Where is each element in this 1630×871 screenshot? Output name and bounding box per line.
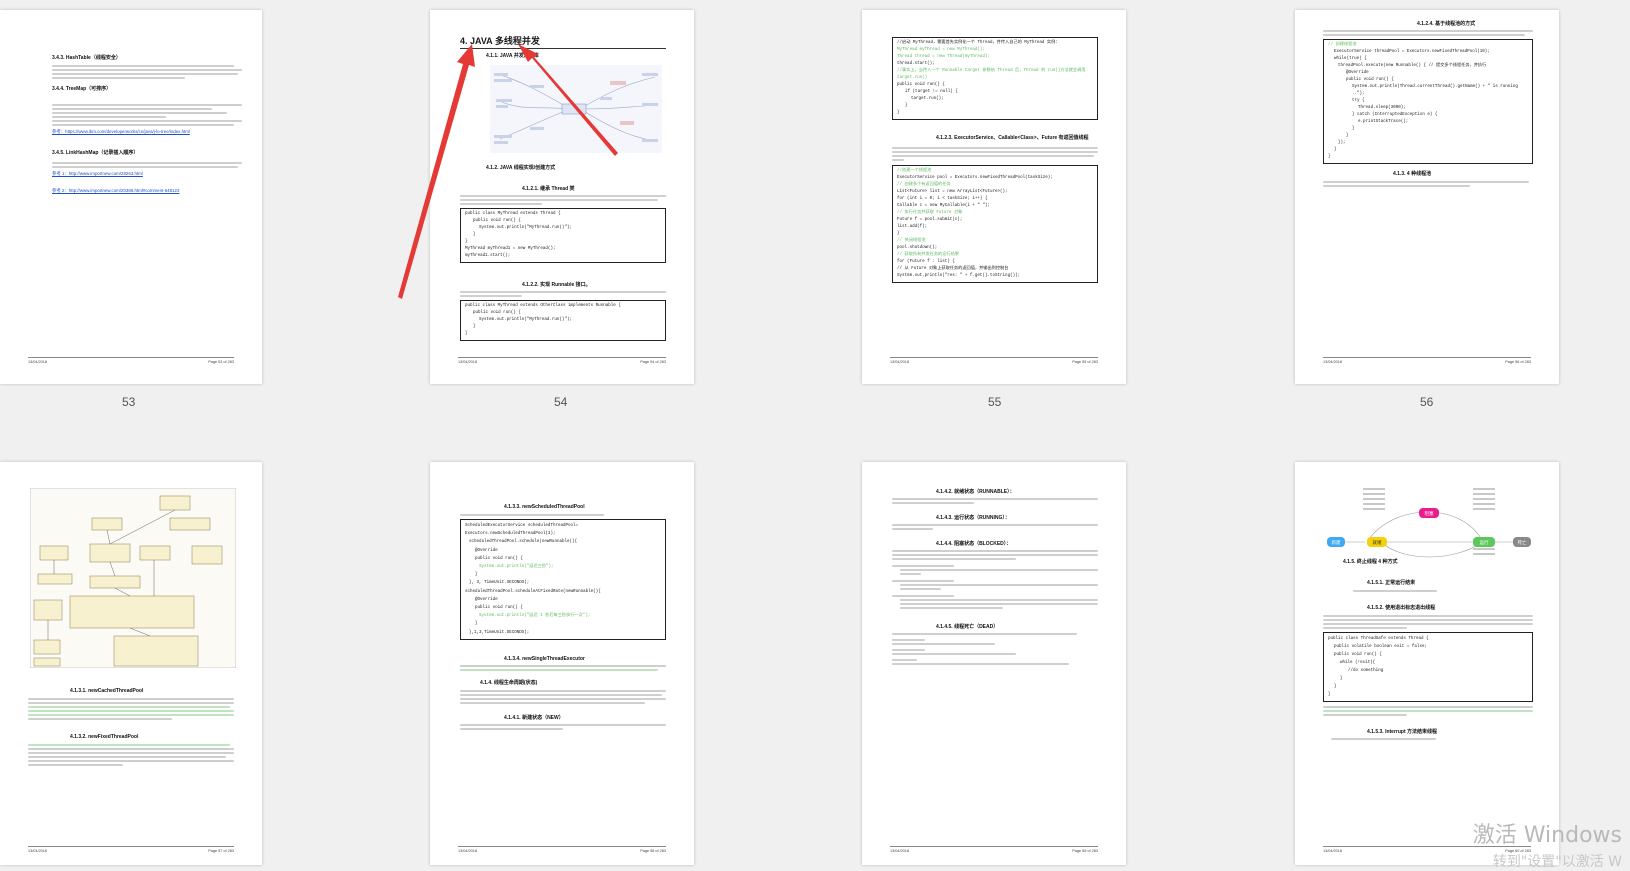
reference-link[interactable]: 参考 2：http://www.importnew.com/20386.html… bbox=[52, 187, 242, 194]
page-footer: 13/04/2018 Page 55 of 283 bbox=[890, 357, 1098, 364]
heading: 4.1.3.1. newCachedThreadPool bbox=[70, 688, 144, 694]
code-block: public class ThreadSafe extends Thread {… bbox=[1323, 632, 1533, 702]
heading: 4.1.3.2. newFixedThreadPool bbox=[70, 734, 139, 740]
page-56[interactable]: 4.1.2.4. 基于线程池的方式 // 创建线程池 ExecutorServi… bbox=[1295, 10, 1559, 384]
heading: 4.1.4. 线程生命周期(状态) bbox=[480, 679, 538, 686]
state-new: 新建 bbox=[1332, 539, 1341, 546]
page-number-label: 53 bbox=[122, 395, 136, 409]
heading: 3.4.5. LinkHashMap（记录插入顺序） bbox=[52, 150, 139, 156]
heading: 3.4.3. HashTable（线程安全） bbox=[52, 55, 121, 61]
state-running: 运行 bbox=[1480, 539, 1489, 546]
page-55[interactable]: //启动 MyThread，需要首先实例化一个 Thread，并传入自己的 My… bbox=[862, 10, 1126, 384]
page-53[interactable]: 3.4.3. HashTable（线程安全） 3.4.4. TreeMap（可排… bbox=[0, 10, 262, 384]
reference-link[interactable]: 参考 1：http://www.importnew.com/28263.html bbox=[52, 170, 242, 177]
page-footer: 13/04/2018 Page 57 of 283 bbox=[28, 846, 234, 853]
heading: 4.1.4.3. 运行状态（RUNNING）： bbox=[936, 515, 1010, 521]
heading: 4.1.4.4. 阻塞状态（BLOCKED）： bbox=[936, 541, 1012, 547]
heading: 4.1.3. 4 种线程池 bbox=[1393, 171, 1432, 177]
heading: 4.1.4.1. 新建状态（NEW） bbox=[504, 714, 564, 721]
heading: 4.1.2.1. 继承 Thread 类 bbox=[522, 186, 575, 192]
heading: 4.1.2. JAVA 线程实现/创建方式 bbox=[486, 165, 556, 171]
page-58[interactable]: 4.1.3.3. newScheduledThreadPool Schedule… bbox=[430, 462, 694, 865]
page-footer: 13/04/2018 Page 56 of 283 bbox=[1323, 357, 1531, 364]
heading: 4.1.5. 终止线程 4 种方式 bbox=[1343, 559, 1398, 565]
thread-lifecycle-diagram: 新建 就绪 阻塞 运行 死亡 bbox=[1327, 488, 1531, 558]
page-59[interactable]: 4.1.4.2. 就绪状态（RUNNABLE）： 4.1.4.3. 运行状态（R… bbox=[862, 462, 1126, 865]
page-title: 4. JAVA 多线程并发 bbox=[460, 34, 666, 49]
page-number-label: 54 bbox=[554, 395, 568, 409]
page-footer: 13/04/2018 Page 53 of 283 bbox=[28, 357, 234, 364]
activation-watermark-subtext: 转到"设置"以激活 W bbox=[1492, 854, 1622, 870]
code-block: public class MyThread extends Thread { p… bbox=[460, 208, 666, 263]
heading: 4.1.3.3. newScheduledThreadPool bbox=[504, 504, 585, 510]
heading: 4.1.2.4. 基于线程池的方式 bbox=[1417, 21, 1476, 27]
reference-link[interactable]: 参考：https://www.ibm.com/developerworks/cn… bbox=[52, 128, 242, 135]
heading: 4.1.2.2. 实现 Runnable 接口。 bbox=[522, 282, 591, 288]
heading: 4.1.5.2. 使用退出标志退出线程 bbox=[1367, 605, 1436, 611]
state-runnable: 就绪 bbox=[1373, 539, 1382, 546]
page-number-label: 55 bbox=[988, 395, 1002, 409]
state-dead: 死亡 bbox=[1518, 539, 1527, 546]
page-number-label: 56 bbox=[1420, 395, 1434, 409]
page-57[interactable]: 4.1.3.1. newCachedThreadPool 4.1.3.2. ne… bbox=[0, 462, 262, 865]
code-block: public class MyThread extends OtherClass… bbox=[460, 300, 666, 341]
code-block: ScheduledExecutorService scheduledThread… bbox=[460, 519, 666, 640]
heading: 4.1.4.2. 就绪状态（RUNNABLE）： bbox=[936, 489, 1015, 495]
executor-class-diagram-image bbox=[30, 488, 236, 668]
page-54[interactable]: 4. JAVA 多线程并发 4.1.1. JAVA 并发知识库 4.1.2. J… bbox=[430, 10, 694, 384]
knowledge-mindmap-image bbox=[490, 65, 662, 153]
page-footer: 13/04/2018 Page 58 of 283 bbox=[458, 846, 666, 853]
activation-watermark: 激活 Windows bbox=[1472, 823, 1622, 848]
page-footer: 13/04/2018 Page 54 of 283 bbox=[458, 357, 666, 364]
heading: 4.1.5.1. 正常运行结束 bbox=[1367, 580, 1416, 586]
heading: 4.1.4.5. 线程死亡（DEAD） bbox=[936, 624, 999, 630]
heading: 4.1.5.3. Interrupt 方法结束线程 bbox=[1367, 729, 1438, 735]
state-blocked: 阻塞 bbox=[1425, 510, 1434, 517]
heading: 4.1.2.3. ExecutorService、Callable<Class>… bbox=[936, 135, 1089, 141]
code-block: // 创建线程池 ExecutorService threadPool = Ex… bbox=[1323, 39, 1533, 164]
heading: 3.4.4. TreeMap（可排序） bbox=[52, 86, 112, 92]
code-block: //启动 MyThread，需要首先实例化一个 Thread，并传入自己的 My… bbox=[892, 37, 1098, 120]
code-block: //创建一个线程池 ExecutorService pool = Executo… bbox=[892, 165, 1098, 283]
heading: 4.1.3.4. newSingleThreadExecutor bbox=[504, 655, 585, 662]
page-60[interactable]: 新建 就绪 阻塞 运行 死亡 4.1.5. 终止线程 4 种方式 4.1.5.1… bbox=[1295, 462, 1559, 865]
page-footer: 13/04/2018 Page 59 of 283 bbox=[890, 846, 1098, 853]
heading: 4.1.1. JAVA 并发知识库 bbox=[486, 53, 539, 59]
